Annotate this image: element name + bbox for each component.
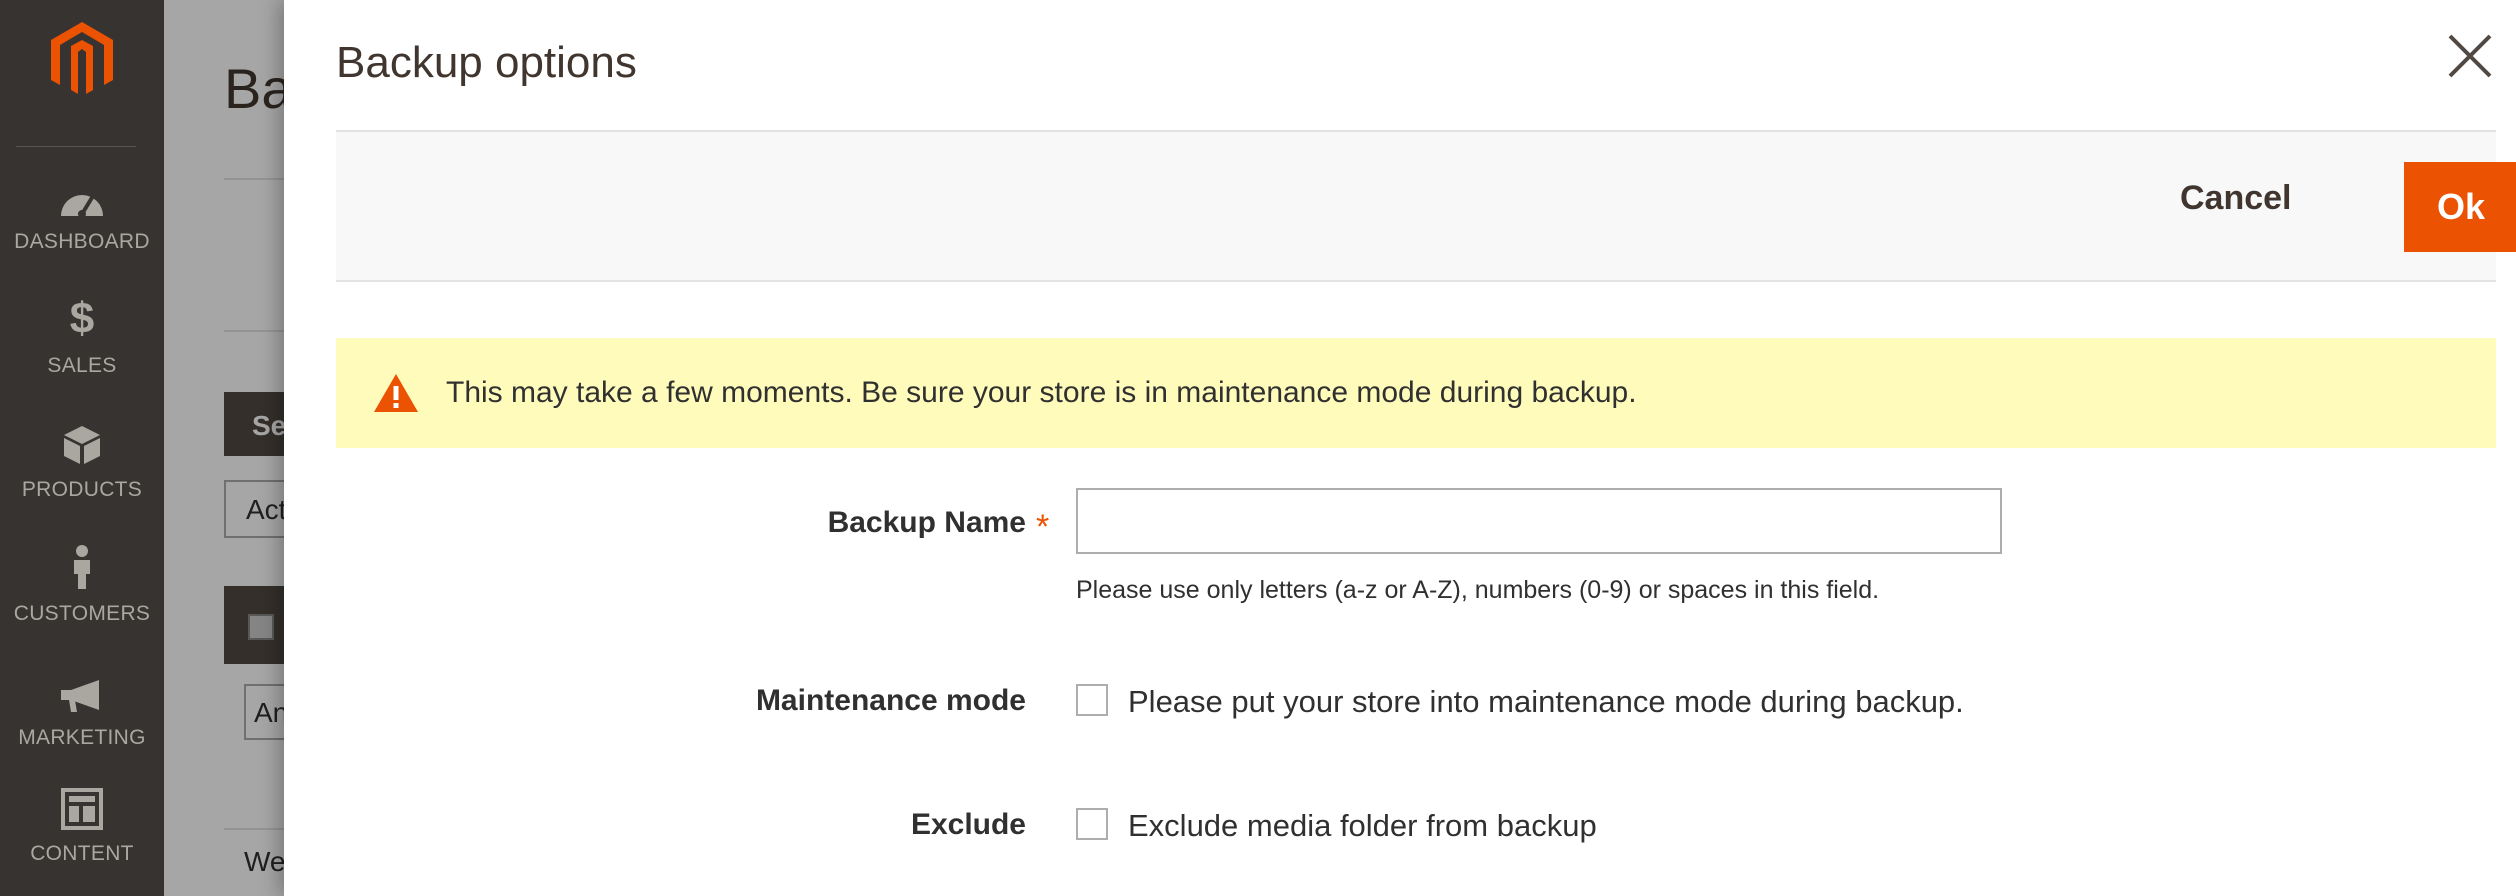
warning-icon	[372, 372, 420, 414]
backup-name-note: Please use only letters (a-z or A-Z), nu…	[1076, 576, 1880, 604]
modal-action-bar: Cancel Ok	[336, 130, 2516, 282]
admin-sidebar: DASHBOARD $ SALES PRODUCTS CUSTOMERS MAR…	[0, 0, 164, 896]
cube-icon	[62, 420, 102, 466]
warning-notice: This may take a few moments. Be sure you…	[336, 338, 2496, 448]
maintenance-mode-checkbox[interactable]	[1076, 684, 1108, 716]
person-icon	[69, 544, 95, 590]
magento-logo-icon[interactable]	[0, 20, 164, 104]
dollar-icon: $	[69, 294, 95, 343]
sidebar-item-label: MARKETING	[18, 726, 146, 749]
layout-icon	[61, 784, 103, 830]
sidebar-item-label: SALES	[47, 354, 117, 377]
sidebar-item-label: DASHBOARD	[14, 230, 150, 253]
sidebar-item-label: CUSTOMERS	[13, 602, 151, 625]
sidebar-item-marketing[interactable]: MARKETING	[0, 668, 164, 778]
modal-title: Backup options	[336, 38, 637, 87]
backup-name-label: Backup Name	[827, 506, 1026, 539]
sidebar-item-label: PRODUCTS	[21, 478, 143, 501]
close-icon[interactable]	[2444, 30, 2496, 82]
megaphone-icon	[59, 668, 105, 714]
exclude-media-checkbox[interactable]	[1076, 808, 1108, 840]
ok-button[interactable]: Ok	[2404, 162, 2516, 252]
sidebar-item-customers[interactable]: CUSTOMERS	[0, 544, 164, 654]
sidebar-item-dashboard[interactable]: DASHBOARD	[0, 172, 164, 282]
maintenance-mode-checkbox-label[interactable]: Please put your store into maintenance m…	[1128, 684, 1964, 720]
warning-message: This may take a few moments. Be sure you…	[446, 376, 1637, 409]
exclude-media-checkbox-label[interactable]: Exclude media folder from backup	[1128, 808, 1597, 844]
required-marker: *	[1036, 508, 1050, 546]
speedometer-icon	[59, 172, 105, 218]
maintenance-mode-label: Maintenance mode	[755, 684, 1026, 717]
sidebar-divider	[16, 146, 136, 147]
backup-name-input[interactable]	[1076, 488, 2002, 554]
cancel-button[interactable]: Cancel	[2160, 168, 2312, 228]
sidebar-item-products[interactable]: PRODUCTS	[0, 420, 164, 530]
sidebar-item-sales[interactable]: $ SALES	[0, 296, 164, 406]
backup-options-modal: Backup options Cancel Ok This may take a…	[284, 0, 2516, 896]
sidebar-item-label: CONTENT	[30, 842, 134, 865]
sidebar-item-content[interactable]: CONTENT	[0, 784, 164, 894]
exclude-label: Exclude	[910, 808, 1026, 841]
